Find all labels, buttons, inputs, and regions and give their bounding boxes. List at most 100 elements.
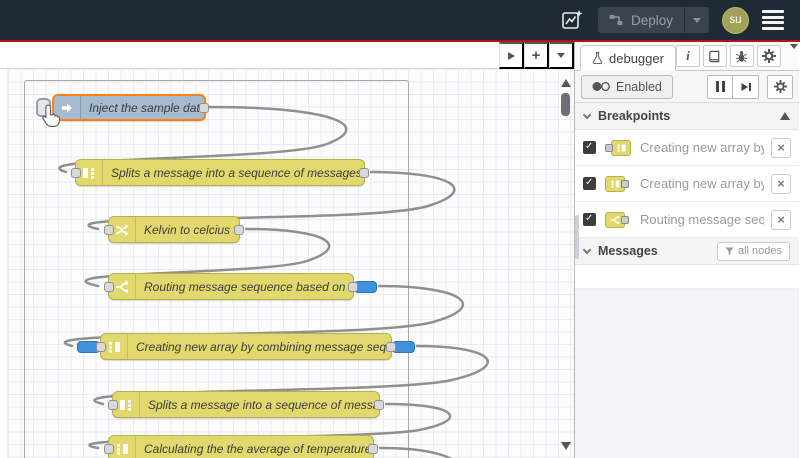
debug-tab-button[interactable]	[729, 45, 754, 67]
node-label: Kelvin to celcius	[144, 222, 231, 237]
breakpoint-row: Creating new array by combining message …	[575, 130, 799, 166]
tab-debugger[interactable]: debugger	[580, 45, 676, 71]
debugger-enabled-toggle[interactable]: Enabled	[581, 74, 673, 99]
avatar-initials: su	[729, 14, 742, 26]
remove-breakpoint-button[interactable]: ×	[771, 209, 791, 230]
deploy-button-group: Deploy	[597, 7, 709, 33]
pause-button[interactable]	[707, 74, 733, 99]
info-tab-button[interactable]: i	[675, 45, 700, 67]
gear-icon	[761, 49, 776, 63]
menu-bar-icon	[762, 15, 784, 19]
scroll-down-arrow[interactable]	[561, 442, 571, 450]
deploy-options-button[interactable]	[685, 7, 709, 33]
sidebar-tab-icons: i	[675, 43, 800, 67]
scrollbar-thumb[interactable]	[561, 93, 570, 116]
input-port[interactable]	[108, 399, 118, 410]
messages-empty-row	[575, 265, 799, 289]
step-button[interactable]	[733, 74, 759, 99]
main-menu-button[interactable]	[762, 10, 784, 30]
output-port[interactable]	[368, 443, 378, 454]
input-port[interactable]	[104, 443, 114, 454]
node-split-2[interactable]: Splits a message into a sequence of mess…	[108, 391, 384, 418]
menu-bar-icon	[762, 21, 784, 25]
input-port[interactable]	[71, 167, 81, 178]
chevron-down-icon	[582, 245, 592, 254]
hand-cursor-icon	[42, 104, 61, 128]
tab-scroll-right-button[interactable]	[499, 42, 524, 69]
flow-canvas[interactable]: Inject the sample data Splits a message …	[0, 69, 574, 458]
node-change[interactable]: Kelvin to celcius	[104, 216, 244, 243]
sidebar-scrollbar-thumb[interactable]	[575, 215, 579, 259]
output-port[interactable]	[199, 102, 209, 113]
node-label: Splits a message into a sequence of mess…	[111, 165, 364, 180]
breakpoint-label: Creating new array by combining message …	[640, 176, 764, 191]
node-label: Splits a message into a sequence of mess…	[148, 397, 379, 412]
plus-icon: +	[531, 47, 541, 64]
breakpoint-row: Creating new array by combining message …	[575, 166, 799, 202]
breakpoint-checkbox[interactable]	[583, 213, 596, 226]
debugger-settings-button[interactable]	[767, 74, 793, 99]
join-node-output-icon	[603, 175, 633, 193]
filter-label: all nodes	[737, 245, 782, 257]
workspace: + Inject the sample data Splits a messag…	[0, 42, 575, 458]
input-port[interactable]	[104, 281, 114, 292]
remove-breakpoint-button[interactable]: ×	[771, 173, 791, 194]
scroll-up-arrow[interactable]	[561, 79, 571, 87]
breakpoint-label: Creating new array by combining message …	[640, 140, 764, 155]
message-filter-button[interactable]: all nodes	[716, 241, 790, 261]
breakpoint-checkbox[interactable]	[583, 141, 596, 154]
step-icon	[741, 82, 751, 91]
help-tab-button[interactable]	[702, 45, 727, 67]
node-red-editor: Deploy su + Inject the sample data Split…	[0, 0, 800, 458]
messages-section-header[interactable]: Messages all nodes	[575, 238, 799, 265]
join-node-input-icon	[603, 139, 633, 157]
output-port[interactable]	[359, 167, 369, 178]
canvas-vertical-scrollbar	[558, 69, 573, 458]
breakpoint-checkbox[interactable]	[583, 177, 596, 190]
output-port[interactable]	[234, 224, 244, 235]
scroll-to-top-arrow[interactable]	[780, 112, 790, 120]
node-inject[interactable]: Inject the sample data	[52, 94, 209, 121]
section-title: Messages	[598, 244, 658, 258]
deploy-button[interactable]: Deploy	[598, 7, 684, 33]
node-join-1[interactable]: Creating new array by combining message …	[77, 333, 415, 360]
output-port[interactable]	[348, 281, 358, 292]
info-icon: i	[686, 48, 690, 63]
menu-bar-icon	[762, 26, 784, 30]
node-label: Calculating the the average of temperatu…	[144, 441, 372, 456]
sidebar-tab-bar: debugger i	[575, 42, 799, 71]
flow-list-button[interactable]	[549, 42, 574, 69]
output-port[interactable]	[374, 399, 384, 410]
ai-assistant-button[interactable]	[559, 7, 585, 33]
node-label: Creating new array by combining message …	[136, 339, 391, 354]
debugger-toolbar: Enabled	[575, 71, 799, 103]
node-switch[interactable]: Routing message sequence based on condit…	[104, 273, 377, 300]
chevron-down-icon	[582, 110, 592, 119]
sidebar-tabs-menu-button[interactable]	[789, 43, 798, 64]
messages-panel	[575, 289, 799, 458]
pause-icon	[715, 81, 725, 92]
deploy-icon	[609, 15, 623, 25]
chevron-down-icon	[789, 43, 798, 64]
header-bar: Deploy su	[0, 0, 800, 40]
bug-icon	[736, 50, 748, 62]
breakpoints-section-header[interactable]: Breakpoints	[575, 103, 799, 130]
config-tab-button[interactable]	[756, 45, 781, 67]
input-port[interactable]	[96, 341, 106, 352]
node-split-1[interactable]: Splits a message into a sequence of mess…	[71, 159, 369, 186]
menu-bar-icon	[762, 10, 784, 13]
remove-breakpoint-button[interactable]: ×	[771, 137, 791, 158]
node-label: Routing message sequence based on condit…	[144, 279, 353, 294]
section-title: Breakpoints	[598, 109, 671, 123]
input-port[interactable]	[104, 224, 114, 235]
sidebar: debugger i Enabled Breakpoints ✓ Creatin…	[575, 42, 799, 458]
node-join-2[interactable]: Calculating the the average of temperatu…	[104, 435, 378, 458]
add-flow-button[interactable]: +	[524, 42, 549, 69]
output-port[interactable]	[386, 341, 396, 352]
flask-icon	[592, 51, 603, 65]
node-label: Inject the sample data	[89, 100, 204, 115]
debugger-controls	[707, 74, 793, 99]
breakpoint-label: Routing message sequence based on condit…	[640, 212, 764, 227]
user-avatar[interactable]: su	[722, 6, 749, 34]
tab-label: debugger	[609, 50, 664, 66]
